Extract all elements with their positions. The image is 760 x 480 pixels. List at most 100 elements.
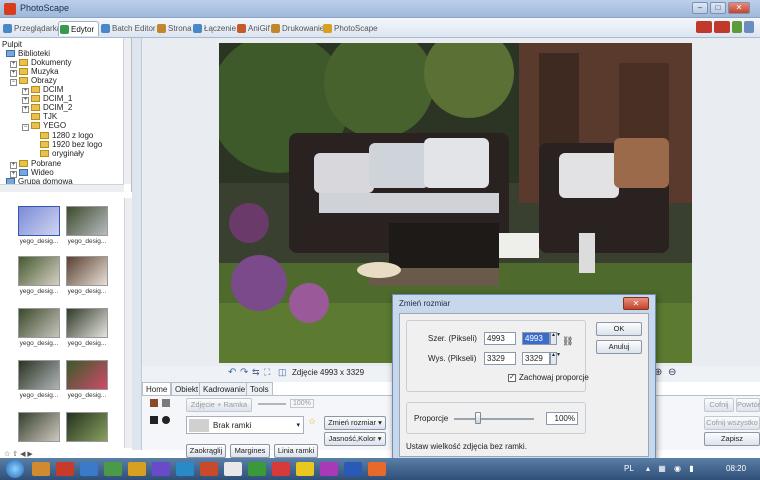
chain-link-icon[interactable]: ⛓ bbox=[562, 336, 573, 347]
collapse-icon[interactable]: − bbox=[10, 79, 17, 86]
tree-item[interactable]: 1920 bez logo bbox=[40, 140, 102, 149]
thumbnail-selected[interactable] bbox=[18, 206, 60, 236]
tree-root[interactable]: Pulpit bbox=[2, 40, 22, 49]
settings-icon[interactable] bbox=[732, 21, 742, 33]
redo-button[interactable]: Powtórz bbox=[736, 398, 760, 412]
tab-kadrowanie[interactable]: Kadrowanie bbox=[199, 382, 250, 396]
dialog-close-button[interactable]: ✕ bbox=[623, 297, 649, 310]
taskbar-app-icon[interactable] bbox=[296, 462, 314, 476]
width-input[interactable]: 4993 bbox=[522, 332, 550, 345]
frame-select[interactable]: Brak ramki ▾ bbox=[186, 416, 304, 434]
taskbar-app-icon[interactable] bbox=[368, 462, 386, 476]
taskbar-explorer-icon[interactable] bbox=[32, 462, 50, 476]
tree-item[interactable]: oryginały bbox=[40, 149, 84, 158]
thumbnail[interactable] bbox=[18, 412, 60, 442]
taskbar-photoscape-icon[interactable] bbox=[128, 462, 146, 476]
height-input[interactable]: 3329 bbox=[522, 352, 550, 365]
tab-obiekt[interactable]: Obiekt bbox=[171, 382, 203, 396]
info-icon[interactable] bbox=[744, 21, 754, 33]
tree-item[interactable]: − YEGO bbox=[22, 121, 66, 131]
taskbar-app-icon[interactable] bbox=[152, 462, 170, 476]
flip-icon[interactable]: ⇆ bbox=[252, 367, 260, 378]
width-original-field[interactable]: 4993 bbox=[484, 332, 516, 345]
language-indicator[interactable]: PL bbox=[624, 464, 634, 473]
forward-icon[interactable]: ▶ bbox=[27, 451, 32, 458]
proportion-slider-knob[interactable] bbox=[475, 412, 481, 424]
tab-photoscape[interactable]: PhotoScape bbox=[322, 21, 378, 36]
tab-tools[interactable]: Tools bbox=[246, 382, 273, 396]
undo-button[interactable]: Cofnij bbox=[704, 398, 734, 412]
height-spinner[interactable]: ▲▼ bbox=[550, 352, 561, 365]
thumbnail[interactable] bbox=[66, 206, 108, 236]
taskbar-app-icon[interactable] bbox=[176, 462, 194, 476]
thumbnail[interactable] bbox=[18, 256, 60, 286]
taskbar-app-icon[interactable] bbox=[224, 462, 242, 476]
tree-item[interactable]: TJK bbox=[31, 112, 57, 121]
folder-tree[interactable]: Pulpit Biblioteki + Dokumenty + Muzyka − Ob… bbox=[0, 38, 132, 192]
tree-item[interactable]: 1280 z logo bbox=[40, 131, 93, 140]
height-original-field[interactable]: 3329 bbox=[484, 352, 516, 365]
tab-home[interactable]: Home bbox=[142, 382, 172, 396]
thumbnail[interactable] bbox=[66, 412, 108, 442]
frame-slider[interactable] bbox=[258, 403, 286, 405]
favorite-star-icon[interactable]: ☆ bbox=[308, 416, 316, 427]
thumbnail[interactable] bbox=[66, 308, 108, 338]
frame-icon[interactable] bbox=[150, 399, 158, 407]
tab-edytor[interactable]: Edytor bbox=[58, 21, 100, 36]
width-spinner[interactable]: ▲▼ bbox=[550, 332, 561, 345]
gray-frame-icon[interactable] bbox=[162, 399, 170, 407]
rotate-left-icon[interactable]: ↶ bbox=[228, 367, 236, 378]
thumbnail[interactable] bbox=[66, 360, 108, 390]
round-frame-icon[interactable] bbox=[162, 416, 170, 424]
tab-przegladarka[interactable]: Przeglądarka bbox=[2, 21, 61, 36]
rotate-right-icon[interactable]: ↷ bbox=[240, 367, 248, 378]
panel-splitter[interactable] bbox=[132, 38, 142, 450]
ok-button[interactable]: OK bbox=[596, 322, 642, 336]
margins-button[interactable]: Margines bbox=[230, 444, 270, 458]
tab-batch-editor[interactable]: Batch Editor bbox=[100, 21, 156, 36]
taskbar-app-icon[interactable] bbox=[200, 462, 218, 476]
undo-all-button[interactable]: Cofnij wszystko bbox=[704, 416, 760, 430]
taskbar-ie-icon[interactable] bbox=[80, 462, 98, 476]
tab-laczenie[interactable]: Łączenie bbox=[192, 21, 236, 36]
close-button[interactable]: ✕ bbox=[728, 2, 750, 14]
taskbar-app-icon[interactable] bbox=[344, 462, 362, 476]
taskbar-app-icon[interactable] bbox=[104, 462, 122, 476]
start-button[interactable] bbox=[6, 460, 24, 478]
back-icon[interactable]: ◀ bbox=[20, 451, 25, 458]
tray-icons[interactable]: ▴ ▦ ◉ ▮ bbox=[646, 464, 697, 473]
taskbar-app-icon[interactable] bbox=[248, 462, 266, 476]
folder-up-icon[interactable]: ⇧ bbox=[12, 451, 18, 458]
proportion-value[interactable]: 100% bbox=[546, 412, 578, 425]
frame-line-button[interactable]: Linia ramki bbox=[274, 444, 318, 458]
tab-drukowanie[interactable]: Drukowanie bbox=[270, 21, 324, 36]
star-icon[interactable]: ☆ bbox=[4, 451, 10, 458]
thumbnail[interactable] bbox=[18, 308, 60, 338]
keep-ratio-checkbox[interactable]: ✓ bbox=[508, 374, 516, 382]
resize-button[interactable]: Zmień rozmiar ▾ bbox=[324, 416, 386, 430]
round-corners-button[interactable]: Zaokrąglij bbox=[186, 444, 226, 458]
thumbnail-grid[interactable]: yego_desig... yego_desig... yego_desig..… bbox=[0, 198, 132, 448]
brightness-color-button[interactable]: Jasność,Kolor ▾ bbox=[324, 432, 386, 446]
menu-icon[interactable] bbox=[696, 21, 712, 33]
cancel-button[interactable]: Anuluj bbox=[596, 340, 642, 354]
zoom-out-icon[interactable]: ⊖ bbox=[668, 367, 676, 378]
tree-vertical-scrollbar[interactable] bbox=[123, 38, 131, 184]
fullscreen-icon[interactable]: ◫ bbox=[278, 367, 287, 378]
taskbar-opera-icon[interactable] bbox=[56, 462, 74, 476]
black-frame-icon[interactable] bbox=[150, 416, 158, 424]
maximize-button[interactable]: □ bbox=[710, 2, 726, 14]
proportion-slider-track[interactable] bbox=[454, 418, 534, 420]
taskbar-app-icon[interactable] bbox=[320, 462, 338, 476]
fit-icon[interactable]: ⛶ bbox=[264, 367, 270, 378]
tree-item[interactable]: Biblioteki bbox=[6, 49, 50, 58]
tree-horizontal-scrollbar[interactable] bbox=[0, 184, 124, 192]
thumbnail[interactable] bbox=[18, 360, 60, 390]
tab-strona[interactable]: Strona bbox=[156, 21, 192, 36]
minimize-button[interactable]: – bbox=[692, 2, 708, 14]
tab-anigif[interactable]: AniGif bbox=[236, 21, 270, 36]
taskbar-app-icon[interactable] bbox=[272, 462, 290, 476]
thumbnail[interactable] bbox=[66, 256, 108, 286]
collapse-icon[interactable]: − bbox=[22, 124, 29, 131]
thumbnail-scrollbar[interactable] bbox=[124, 198, 132, 448]
